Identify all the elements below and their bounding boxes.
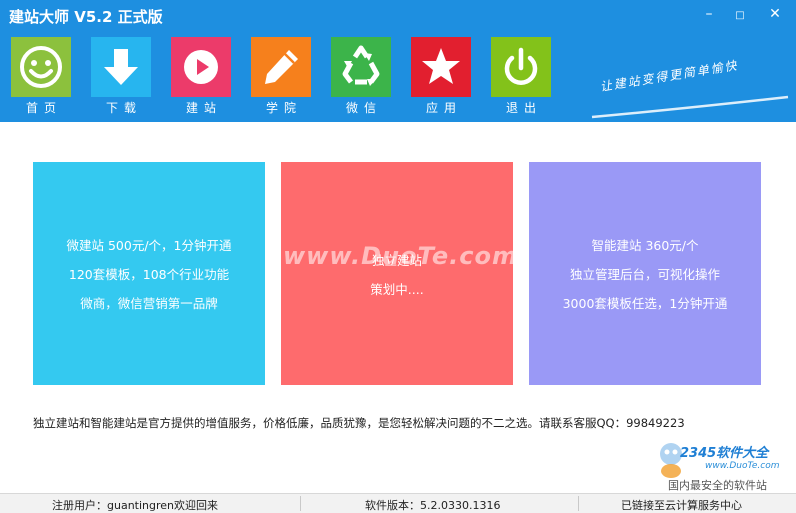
minimize-button[interactable]: – <box>701 7 717 21</box>
status-divider <box>578 496 579 511</box>
nav-build-button[interactable] <box>171 37 231 97</box>
power-icon <box>491 37 551 97</box>
nav-apps-label: 应用 <box>425 101 462 115</box>
app-window: 建站大师 V5.2 正式版 – □ ✕ 首页 下载 建站 学院 微信 应用 退出… <box>0 0 796 513</box>
window-title: 建站大师 V5.2 正式版 <box>9 8 163 26</box>
logo-tagline: 国内最安全的软件站 <box>668 479 767 492</box>
nav-apps-button[interactable] <box>411 37 471 97</box>
status-divider <box>300 496 301 511</box>
card-line: 120套模板，108个行业功能 <box>68 267 230 282</box>
nav-academy-button[interactable] <box>251 37 311 97</box>
nav-home-button[interactable] <box>11 37 71 97</box>
maximize-button[interactable]: □ <box>732 9 748 23</box>
card-line: 微商，微信营销第一品牌 <box>80 296 218 311</box>
nav-download-label: 下载 <box>105 101 142 115</box>
status-bar: 注册用户：guantingren欢迎回来 软件版本：5.2.0330.1316 … <box>0 493 796 513</box>
nav-download-button[interactable] <box>91 37 151 97</box>
nav-home-label: 首页 <box>25 101 62 115</box>
slogan-text: 让建站变得更简单愉快 <box>598 58 740 94</box>
recycle-icon <box>331 37 391 97</box>
nav-exit-label: 退出 <box>505 101 542 115</box>
card-line: 独立建站 <box>371 252 422 268</box>
independent-site-card[interactable]: 独立建站 策划中.... <box>281 162 513 385</box>
close-button[interactable]: ✕ <box>767 7 783 21</box>
nav-build-label: 建站 <box>185 101 222 115</box>
card-line: 微建站 500元/个，1分钟开通 <box>66 238 232 253</box>
logo-brand: 2345软件大全 <box>680 446 769 461</box>
smiley-icon <box>11 37 71 97</box>
smart-site-card[interactable]: 智能建站 360元/个 独立管理后台，可视化操作 3000套模板任选，1分钟开通 <box>529 162 761 385</box>
nav-academy-label: 学院 <box>265 101 302 115</box>
card-line: 策划中.... <box>370 281 424 297</box>
pencil-icon <box>251 37 311 97</box>
status-version: 软件版本：5.2.0330.1316 <box>365 499 501 512</box>
play-icon <box>171 37 231 97</box>
nav-wechat-button[interactable] <box>331 37 391 97</box>
card-line: 独立管理后台，可视化操作 <box>569 267 720 282</box>
logo-url: www.DuoTe.com <box>705 461 780 471</box>
nav-exit-button[interactable] <box>491 37 551 97</box>
star-icon <box>411 37 471 97</box>
status-cloud: 已链接至云计算服务中心 <box>621 499 742 512</box>
swoosh-icon <box>591 95 789 119</box>
card-line: 3000套模板任选，1分钟开通 <box>562 296 728 311</box>
card-line: 智能建站 360元/个 <box>591 238 699 253</box>
download-arrow-icon <box>91 37 151 97</box>
status-user: 注册用户：guantingren欢迎回来 <box>52 499 219 512</box>
nav-wechat-label: 微信 <box>345 101 382 115</box>
service-notice: 独立建站和智能建站是官方提供的增值服务，价格低廉，品质犹豫，是您轻松解决问题的不… <box>33 416 685 430</box>
micro-site-card[interactable]: 微建站 500元/个，1分钟开通 120套模板，108个行业功能 微商，微信营销… <box>33 162 265 385</box>
header-bar: 建站大师 V5.2 正式版 – □ ✕ 首页 下载 建站 学院 微信 应用 退出… <box>0 0 796 122</box>
